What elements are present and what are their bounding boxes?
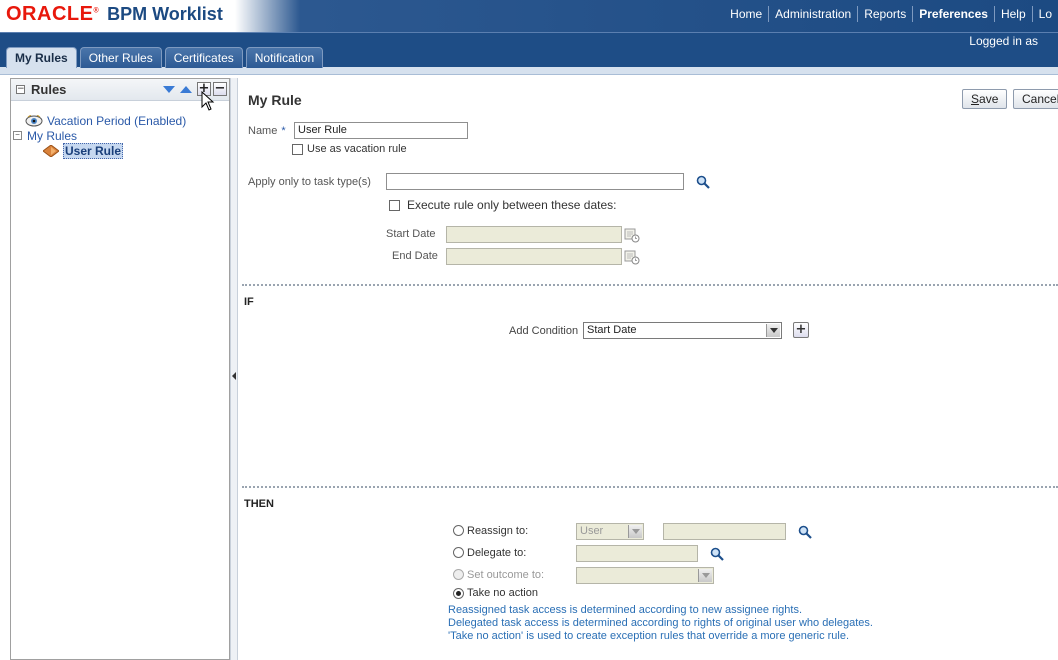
app-header: ORACLE® BPM Worklist Home Administration… <box>0 0 1058 32</box>
tree-item-label: Vacation Period (Enabled) <box>47 113 187 128</box>
date-range-label: Execute rule only between these dates: <box>407 198 617 212</box>
global-nav: Home Administration Reports Preferences … <box>724 6 1058 22</box>
rules-panel-header: − Rules + − <box>11 79 229 111</box>
tree-item-user-rule[interactable]: User Rule <box>11 142 229 159</box>
task-type-field[interactable] <box>386 173 684 190</box>
nav-administration[interactable]: Administration <box>768 6 857 22</box>
set-outcome-label: Set outcome to: <box>467 569 545 581</box>
tab-strip <box>0 67 1058 75</box>
brand: ORACLE® BPM Worklist <box>6 3 223 27</box>
condition-select-value: Start Date <box>587 324 637 336</box>
tree-item-label: User Rule <box>63 142 124 159</box>
logged-in-text: Logged in as <box>969 34 1038 48</box>
tree-item-vacation[interactable]: Vacation Period (Enabled) <box>11 113 229 128</box>
delegate-radio[interactable] <box>453 547 464 558</box>
condition-select[interactable]: Start Date <box>583 322 782 339</box>
vacation-rule-checkbox[interactable] <box>292 144 303 155</box>
chevron-down-icon <box>628 525 642 538</box>
delegate-to-field[interactable] <box>576 545 698 562</box>
chevron-down-icon <box>766 324 780 337</box>
section-divider <box>242 486 1058 488</box>
search-icon[interactable] <box>710 547 724 561</box>
chevron-down-icon <box>698 569 712 582</box>
rule-editor: My Rule Save Cancel Name * User Rule Use … <box>238 78 1058 660</box>
nav-preferences[interactable]: Preferences <box>912 6 994 22</box>
app-title: BPM Worklist <box>107 4 223 24</box>
no-action-radio[interactable] <box>453 588 464 599</box>
page-title: My Rule <box>248 92 302 108</box>
no-action-note: 'Take no action' is used to create excep… <box>448 630 850 642</box>
then-section-title: THEN <box>244 498 274 510</box>
tab-bar: My Rules Other Rules Certificates Notifi… <box>6 47 326 68</box>
if-section-title: IF <box>244 296 254 308</box>
reassign-label: Reassign to: <box>467 525 529 537</box>
reassign-note: Reassigned task access is determined acc… <box>448 604 803 616</box>
section-divider <box>242 284 1058 286</box>
nav-help[interactable]: Help <box>993 6 1032 22</box>
tree-item-my-rules[interactable]: − My Rules <box>11 128 229 143</box>
task-type-label: Apply only to task type(s) <box>248 176 371 188</box>
end-date-field[interactable] <box>446 248 622 265</box>
reassign-to-field[interactable] <box>663 523 786 540</box>
rules-toolbar: + − <box>163 82 227 96</box>
calendar-icon[interactable] <box>624 227 640 243</box>
reassign-radio[interactable] <box>453 525 464 536</box>
tree-item-label: My Rules <box>27 128 78 143</box>
calendar-icon[interactable] <box>624 249 640 265</box>
delegate-label: Delegate to: <box>467 547 527 559</box>
panel-splitter[interactable] <box>230 78 238 660</box>
vacation-rule-label: Use as vacation rule <box>307 143 407 155</box>
delegate-note: Delegated task access is determined acco… <box>448 617 873 629</box>
tab-certificates[interactable]: Certificates <box>164 47 243 68</box>
cancel-button[interactable]: Cancel <box>1013 89 1058 109</box>
move-up-icon[interactable] <box>180 85 192 93</box>
reassign-type-value: User <box>580 525 604 537</box>
nav-reports[interactable]: Reports <box>857 6 912 22</box>
end-date-label: End Date <box>392 250 438 262</box>
tab-other-rules[interactable]: Other Rules <box>79 47 162 68</box>
save-button[interactable]: Save <box>962 89 1008 109</box>
reassign-type-select[interactable]: User <box>576 523 644 540</box>
nav-home[interactable]: Home <box>724 6 768 22</box>
save-mnemonic: S <box>971 92 980 106</box>
save-label-rest: ave <box>979 92 999 106</box>
no-action-label: Take no action <box>467 587 538 599</box>
rules-tree: Vacation Period (Enabled) − My Rules Use… <box>11 101 229 159</box>
move-down-icon[interactable] <box>163 85 175 93</box>
search-icon[interactable] <box>696 175 710 189</box>
rules-panel-title: Rules <box>31 82 67 97</box>
date-range-checkbox[interactable] <box>389 200 400 211</box>
rule-icon <box>43 144 59 157</box>
remove-rule-button[interactable]: − <box>213 82 227 96</box>
eye-icon <box>25 114 43 126</box>
mouse-cursor-icon <box>201 91 215 111</box>
name-field[interactable]: User Rule <box>294 122 468 139</box>
set-outcome-radio[interactable] <box>453 569 464 580</box>
collapse-left-icon[interactable] <box>232 372 236 380</box>
collapse-icon[interactable]: − <box>16 85 25 94</box>
add-condition-label: Add Condition <box>509 325 579 337</box>
start-date-label: Start Date <box>386 228 436 240</box>
tab-my-rules[interactable]: My Rules <box>6 47 77 68</box>
outcome-select[interactable] <box>576 567 714 584</box>
rules-panel: − Rules + − Vacation Period (Enabled) − … <box>10 78 230 660</box>
name-label: Name * <box>248 125 286 137</box>
collapse-icon[interactable]: − <box>13 131 22 140</box>
start-date-field[interactable] <box>446 226 622 243</box>
search-icon[interactable] <box>798 525 812 539</box>
nav-logout[interactable]: Lo <box>1031 6 1058 22</box>
add-condition-button[interactable]: + <box>793 322 809 338</box>
tab-notification[interactable]: Notification <box>245 47 324 68</box>
oracle-logo: ORACLE® <box>6 3 100 25</box>
